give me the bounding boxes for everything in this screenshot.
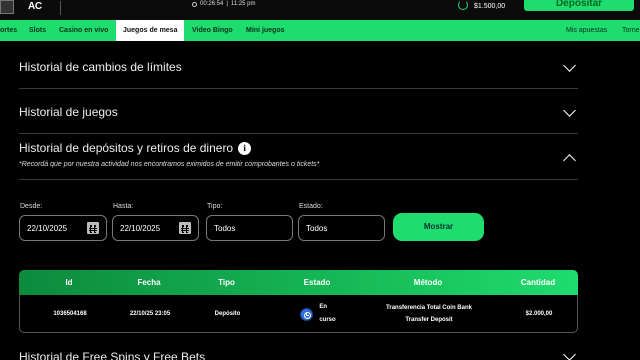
status-select[interactable]: Todos (298, 215, 385, 241)
deposit-button[interactable]: Depositar (524, 0, 634, 11)
column-header-date: Fecha (137, 278, 161, 287)
from-date-value: 22/10/2025 (27, 224, 68, 233)
refresh-balance-icon[interactable] (458, 0, 468, 10)
games-history-title: Historial de juegos (19, 105, 118, 119)
nav-item-my-bets[interactable]: Mis apuestas (566, 20, 607, 41)
chevron-down-icon[interactable] (563, 104, 576, 117)
info-icon[interactable]: i (238, 142, 252, 155)
deposits-history-section[interactable]: Historial de depósitos y retiros de dine… (19, 134, 578, 180)
from-date-field[interactable]: 22/10/2025 (19, 215, 107, 241)
main-nav: ortes Slots Casino en vivo Juegos de mes… (0, 20, 640, 41)
clock-status-icon (300, 307, 314, 321)
nav-item-sports[interactable]: ortes (0, 20, 17, 41)
nav-item-table-games[interactable]: Juegos de mesa (116, 20, 185, 41)
cell-id: 1036504168 (53, 311, 87, 317)
session-clock: 00:26:54 | 11:25 pm (192, 1, 256, 7)
cell-type: Depósito (214, 311, 241, 317)
status-label: Estado: (299, 203, 323, 210)
clock-hour: 11:25 pm (230, 1, 256, 7)
to-date-field[interactable]: 22/10/2025 (112, 215, 199, 241)
cell-status: En curso (278, 295, 358, 333)
chevron-down-icon[interactable] (563, 59, 576, 72)
deposits-history-label: Historial de depósitos y retiros de dine… (19, 141, 234, 155)
cell-amount: $2.000,00 (525, 311, 553, 317)
column-header-amount: Cantidad (520, 278, 556, 287)
show-button[interactable]: Mostrar (393, 213, 484, 241)
type-select[interactable]: Todos (206, 215, 293, 241)
deposits-note: *Recordá que por nuestra actividad nos e… (19, 161, 320, 168)
balance-amount: $1.500,00 (474, 3, 506, 10)
status-text: En curso (319, 301, 335, 327)
nav-item-mini-games[interactable]: Mini juegos (246, 20, 285, 41)
column-header-id: Id (65, 278, 73, 287)
cell-method: Transferencia Total Coin Bank Transfer D… (360, 295, 498, 333)
limits-history-title: Historial de cambios de límites (19, 60, 182, 74)
calendar-icon[interactable] (179, 222, 191, 234)
nav-item-video-bingo[interactable]: Video Bingo (192, 20, 233, 41)
divider (60, 1, 61, 15)
freespins-history-title: Historial de Free Spins y Free Bets (19, 350, 206, 360)
games-history-section[interactable]: Historial de juegos (19, 89, 578, 134)
table-header: Id Fecha Tipo Estado Método Cantidad (19, 270, 578, 295)
chevron-down-icon[interactable] (563, 348, 576, 360)
to-date-value: 22/10/2025 (120, 224, 161, 233)
method-line-2: Transfer Deposit (405, 317, 453, 323)
status-line-2: curso (319, 317, 336, 323)
from-label: Desde: (20, 203, 43, 210)
clock-separator: | (226, 1, 228, 7)
nav-item-tournaments[interactable]: Torne (622, 20, 640, 41)
top-bar: AC 00:26:54 | 11:25 pm $1.500,00 Deposit… (0, 0, 640, 20)
to-label: Hasta: (113, 203, 134, 210)
column-header-status: Estado (303, 278, 331, 287)
site-logo[interactable]: AC (28, 1, 42, 12)
column-header-type: Tipo (218, 278, 235, 287)
nav-item-slots[interactable]: Slots (29, 20, 46, 41)
type-label: Tipo: (207, 203, 223, 210)
flag-icon (0, 0, 14, 14)
limits-history-section[interactable]: Historial de cambios de límites (19, 41, 578, 89)
status-line-1: En (319, 304, 327, 310)
method-line-1: Transferencia Total Coin Bank (386, 305, 472, 311)
deposits-history-title: Historial de depósitos y retiros de dine… (19, 141, 252, 155)
clock-time: 00:26:54 (200, 1, 224, 7)
column-header-method: Método (413, 278, 443, 287)
table-row[interactable]: 1036504168 22/10/25 23:05 Depósito En cu… (19, 295, 578, 333)
chevron-up-icon[interactable] (563, 154, 576, 167)
cell-date: 22/10/25 23:05 (129, 311, 171, 317)
calendar-icon[interactable] (87, 222, 99, 234)
freespins-history-section[interactable]: Historial de Free Spins y Free Bets (19, 344, 578, 360)
clock-icon (192, 1, 197, 7)
method-text: Transferencia Total Coin Bank Transfer D… (386, 302, 472, 326)
nav-item-live-casino[interactable]: Casino en vivo (59, 20, 108, 41)
